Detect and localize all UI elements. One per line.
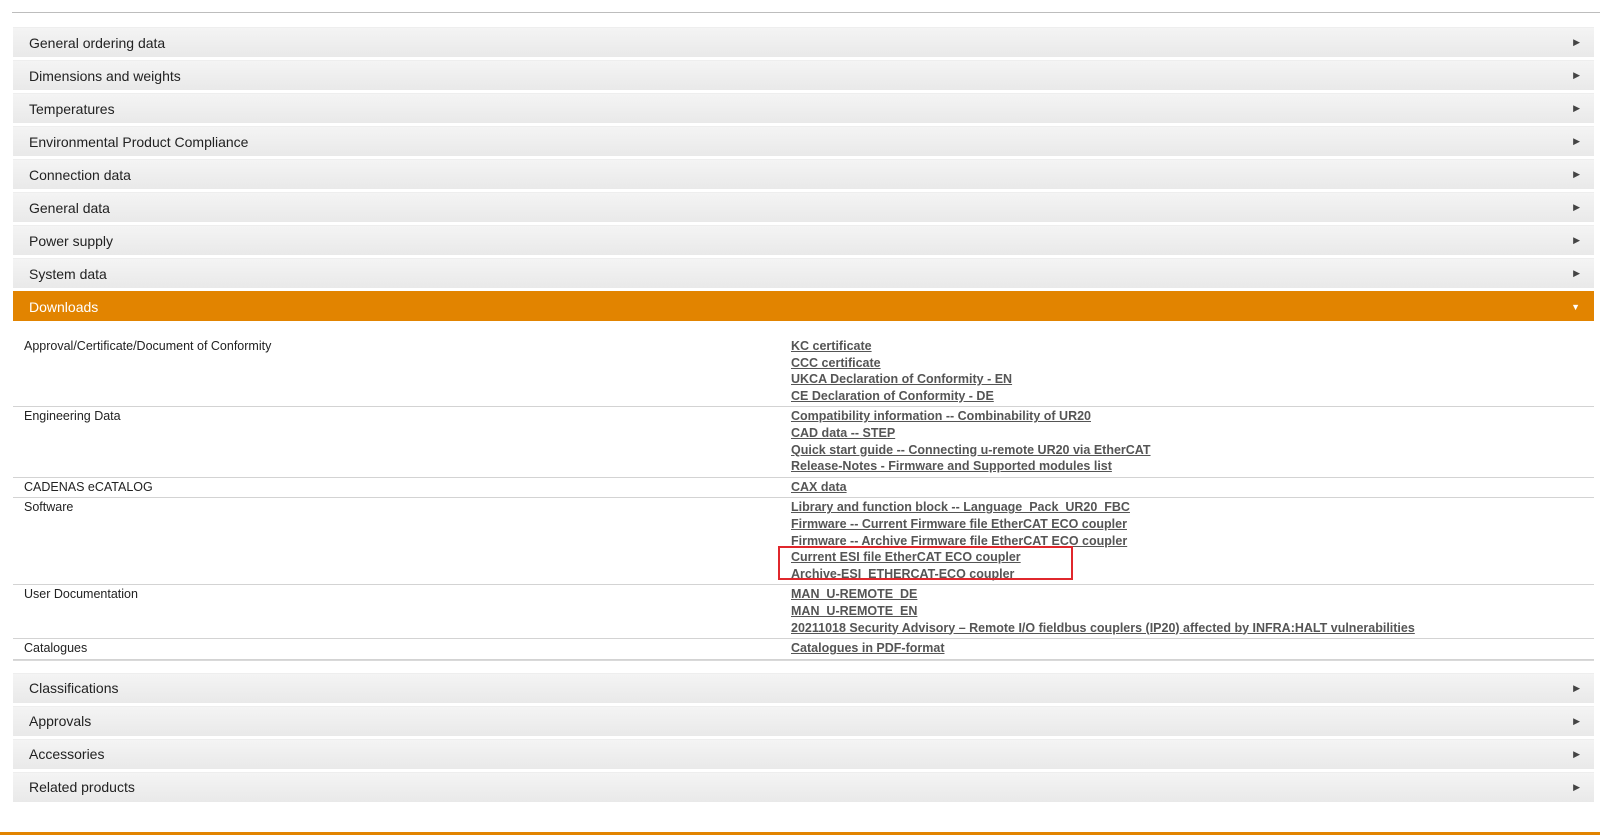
section-label: Power supply (29, 232, 114, 249)
download-category: Software (24, 500, 74, 515)
section-system-data[interactable]: System data ▶ (13, 258, 1594, 288)
download-category: Approval/Certificate/Document of Conform… (24, 339, 272, 353)
download-links: MAN_U-REMOTE_DE MAN_U-REMOTE_EN 20211018… (791, 586, 1594, 636)
download-link-security-advisory[interactable]: 20211018 Security Advisory – Remote I/O … (791, 620, 1594, 637)
download-category: CADENAS eCATALOG (24, 479, 153, 494)
triangle-right-icon: ▶ (1573, 715, 1580, 726)
triangle-right-icon: ▶ (1573, 37, 1580, 47)
section-connection-data[interactable]: Connection data ▶ (13, 159, 1594, 189)
section-dimensions-and-weights[interactable]: Dimensions and weights ▶ (13, 60, 1594, 90)
download-link-catalogues-pdf[interactable]: Catalogues in PDF-format (791, 640, 1594, 657)
section-label: Temperatures (29, 100, 115, 117)
triangle-right-icon: ▶ (1573, 136, 1580, 146)
download-category: User Documentation (24, 587, 138, 602)
download-row-engineering-data: Engineering Data Compatibility informati… (13, 407, 1594, 478)
section-label: Downloads (29, 298, 99, 315)
download-link-current-firmware[interactable]: Firmware -- Current Firmware file EtherC… (791, 516, 1594, 533)
section-downloads[interactable]: Downloads ▼ (13, 291, 1594, 321)
section-label: Connection data (29, 166, 131, 183)
section-related-products[interactable]: Related products ▶ (13, 771, 1594, 802)
product-details-accordion: General ordering data ▶ Dimensions and w… (13, 27, 1594, 805)
downloads-panel: Approval/Certificate/Document of Conform… (13, 321, 1594, 661)
section-label: Accessories (29, 746, 105, 763)
download-links: KC certificate CCC certificate UKCA Decl… (791, 338, 1594, 404)
section-power-supply[interactable]: Power supply ▶ (13, 225, 1594, 255)
section-label: Classifications (29, 680, 119, 697)
section-label: Related products (29, 779, 135, 796)
triangle-right-icon: ▶ (1573, 268, 1580, 278)
section-label: General ordering data (29, 34, 166, 51)
download-row-user-documentation: User Documentation MAN_U-REMOTE_DE MAN_U… (13, 585, 1594, 640)
download-link-kc-certificate[interactable]: KC certificate (791, 338, 1594, 355)
download-link-ce-declaration[interactable]: CE Declaration of Conformity - DE (791, 388, 1594, 405)
top-divider (12, 12, 1600, 13)
download-link-manual-en[interactable]: MAN_U-REMOTE_EN (791, 603, 1594, 620)
triangle-right-icon: ▶ (1573, 169, 1580, 179)
download-link-cax-data[interactable]: CAX data (791, 479, 1594, 496)
download-link-compatibility-info[interactable]: Compatibility information -- Combinabili… (791, 408, 1594, 425)
triangle-right-icon: ▶ (1573, 682, 1580, 693)
section-approvals[interactable]: Approvals ▶ (13, 705, 1594, 736)
download-links: CAX data (791, 479, 1594, 496)
triangle-right-icon: ▶ (1573, 103, 1580, 113)
triangle-right-icon: ▶ (1573, 781, 1580, 792)
section-label: System data (29, 265, 107, 282)
section-label: Approvals (29, 713, 92, 730)
download-link-release-notes[interactable]: Release-Notes - Firmware and Supported m… (791, 458, 1594, 475)
triangle-right-icon: ▶ (1573, 70, 1580, 80)
download-link-cad-step[interactable]: CAD data -- STEP (791, 425, 1594, 442)
download-links: Library and function block -- Language_P… (778, 499, 1594, 583)
section-general-ordering-data[interactable]: General ordering data ▶ (13, 27, 1594, 57)
section-classifications[interactable]: Classifications ▶ (13, 672, 1594, 703)
download-link-library-function-block[interactable]: Library and function block -- Language_P… (791, 499, 1594, 516)
download-links: Catalogues in PDF-format (791, 640, 1594, 657)
download-link-ccc-certificate[interactable]: CCC certificate (791, 355, 1594, 372)
triangle-right-icon: ▶ (1573, 235, 1580, 245)
section-environmental-product-compliance[interactable]: Environmental Product Compliance ▶ (13, 126, 1594, 156)
section-temperatures[interactable]: Temperatures ▶ (13, 93, 1594, 123)
download-links: Compatibility information -- Combinabili… (791, 408, 1594, 474)
download-link-archive-esi-file[interactable]: Archive-ESI_ETHERCAT-ECO coupler (791, 566, 1594, 583)
download-row-cadenas: CADENAS eCATALOG CAX data (13, 478, 1594, 499)
section-accessories[interactable]: Accessories ▶ (13, 738, 1594, 769)
download-link-current-esi-file[interactable]: Current ESI file EtherCAT ECO coupler (791, 549, 1594, 566)
download-row-approvals: Approval/Certificate/Document of Conform… (13, 337, 1594, 408)
triangle-right-icon: ▶ (1573, 202, 1580, 212)
download-link-quick-start-guide[interactable]: Quick start guide -- Connecting u-remote… (791, 442, 1594, 459)
section-label: Dimensions and weights (29, 67, 181, 84)
download-row-catalogues: Catalogues Catalogues in PDF-format (13, 639, 1594, 660)
download-link-ukca-declaration[interactable]: UKCA Declaration of Conformity - EN (791, 371, 1594, 388)
triangle-right-icon: ▶ (1573, 748, 1580, 759)
section-label: Environmental Product Compliance (29, 133, 249, 150)
download-category: Engineering Data (24, 409, 121, 424)
download-category: Catalogues (24, 641, 88, 656)
download-link-archive-firmware[interactable]: Firmware -- Archive Firmware file EtherC… (791, 533, 1594, 550)
section-general-data[interactable]: General data ▶ (13, 192, 1594, 222)
download-link-manual-de[interactable]: MAN_U-REMOTE_DE (791, 586, 1594, 603)
download-row-software: Software Library and function block -- L… (13, 498, 1594, 586)
section-label: General data (29, 199, 110, 216)
triangle-down-icon: ▼ (1571, 301, 1580, 312)
